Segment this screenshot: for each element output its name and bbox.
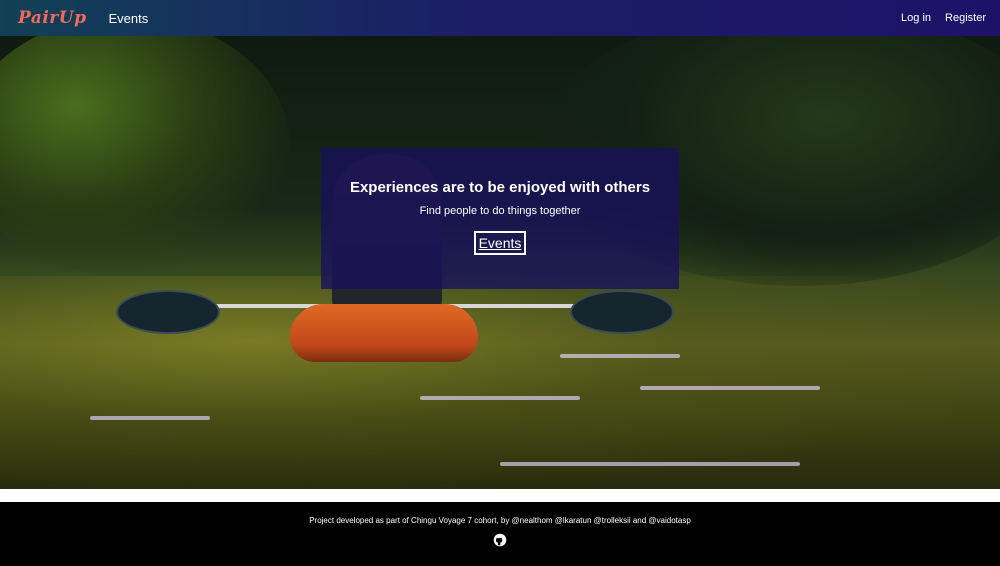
hero-background-foliage <box>0 36 290 276</box>
hero-subtitle: Find people to do things together <box>419 205 581 217</box>
water-sparkle <box>500 462 800 466</box>
register-link[interactable]: Register <box>945 12 986 24</box>
water-sparkle <box>90 416 210 420</box>
top-navbar: PairUp Events Log in Register <box>0 0 1000 36</box>
kayak <box>290 304 478 362</box>
nav-auth-links: Log in Register <box>901 12 986 24</box>
paddle-blade-right <box>570 290 674 334</box>
water-sparkle <box>560 354 680 358</box>
hero-section: Experiences are to be enjoyed with other… <box>0 36 1000 489</box>
login-link[interactable]: Log in <box>901 12 931 24</box>
hero-events-button[interactable]: Events <box>473 231 527 255</box>
section-divider <box>0 489 1000 502</box>
footer-credits: Project developed as part of Chingu Voya… <box>309 516 691 525</box>
hero-card: Experiences are to be enjoyed with other… <box>321 148 679 289</box>
brand-logo[interactable]: PairUp <box>18 8 86 28</box>
water-sparkle <box>420 396 580 400</box>
hero-title: Experiences are to be enjoyed with other… <box>349 179 651 196</box>
paddle-blade-left <box>116 290 220 334</box>
footer: Project developed as part of Chingu Voya… <box>0 502 1000 566</box>
nav-events-link[interactable]: Events <box>108 11 148 26</box>
water-sparkle <box>640 386 820 390</box>
github-icon[interactable] <box>493 533 507 547</box>
